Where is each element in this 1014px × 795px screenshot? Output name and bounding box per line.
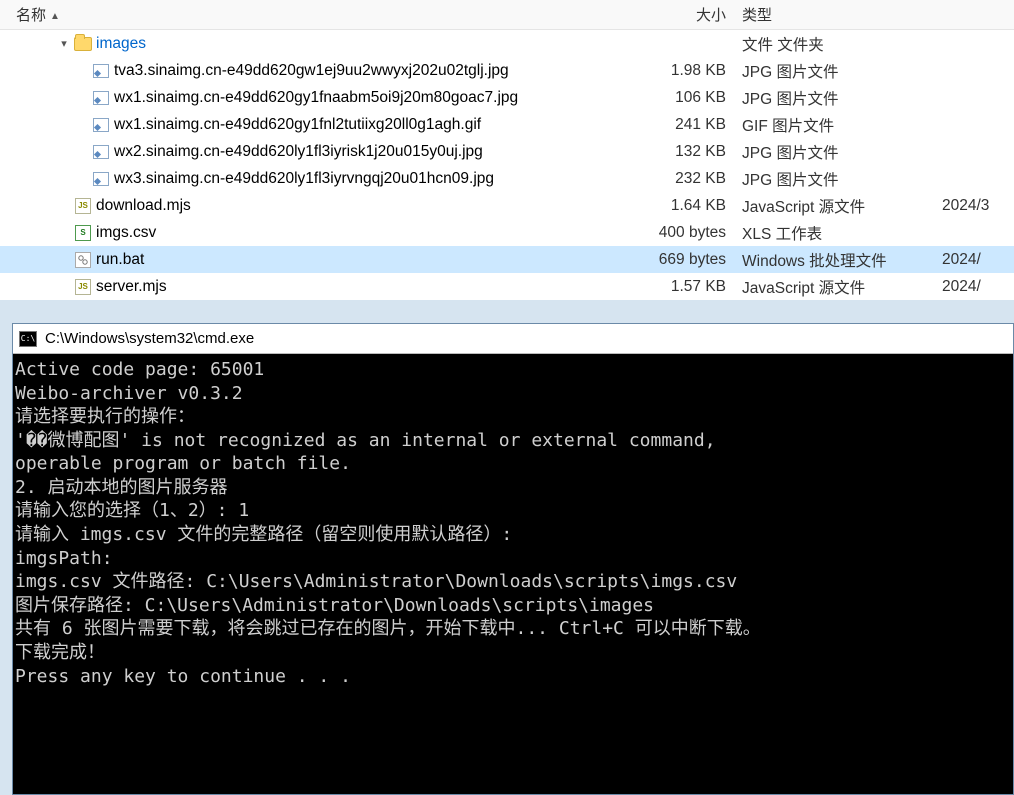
image-file-icon: [92, 89, 110, 107]
file-name-label: wx1.sinaimg.cn-e49dd620gy1fnl2tutiixg20l…: [114, 116, 481, 134]
file-name-label: download.mjs: [96, 197, 191, 215]
file-name-label: imgs.csv: [96, 224, 156, 242]
file-name-label: wx3.sinaimg.cn-e49dd620ly1fl3iyrvngqj20u…: [114, 170, 494, 188]
file-name-label: tva3.sinaimg.cn-e49dd620gw1ej9uu2wwyxj20…: [114, 62, 509, 80]
type-cell: JPG 图片文件: [736, 60, 936, 82]
csv-file-icon: S: [75, 225, 91, 241]
placeholder-icon: [58, 254, 70, 266]
file-row[interactable]: wx1.sinaimg.cn-e49dd620gy1fnl2tutiixg20l…: [0, 111, 1014, 138]
folder-row-images[interactable]: ▾ images 文件 文件夹: [0, 30, 1014, 57]
file-explorer-pane: 名称▲ 大小 类型 ▾ images 文件 文件夹 tva3.sinaimg.c…: [0, 0, 1014, 300]
file-name-label: wx2.sinaimg.cn-e49dd620ly1fl3iyrisk1j20u…: [114, 143, 483, 161]
size-cell: 241 KB: [636, 116, 736, 134]
size-cell: 1.57 KB: [636, 278, 736, 296]
size-cell: 669 bytes: [636, 251, 736, 269]
expand-collapse-icon[interactable]: ▾: [58, 38, 70, 50]
cmd-title-text: C:\Windows\system32\cmd.exe: [45, 330, 254, 347]
image-file-icon: [92, 62, 110, 80]
size-cell: 1.98 KB: [636, 62, 736, 80]
file-name-label: server.mjs: [96, 278, 167, 296]
bat-file-icon: [75, 252, 91, 268]
image-file-icon: [92, 170, 110, 188]
file-row[interactable]: JS server.mjs 1.57 KBJavaScript 源文件2024/: [0, 273, 1014, 300]
file-row[interactable]: wx1.sinaimg.cn-e49dd620gy1fnaabm5oi9j20m…: [0, 84, 1014, 111]
column-header-size[interactable]: 大小: [636, 4, 736, 25]
cmd-icon: C:\: [19, 331, 37, 347]
image-file-icon: [92, 143, 110, 161]
file-row[interactable]: tva3.sinaimg.cn-e49dd620gw1ej9uu2wwyxj20…: [0, 57, 1014, 84]
cmd-window[interactable]: C:\ C:\Windows\system32\cmd.exe Active c…: [12, 323, 1014, 795]
file-row[interactable]: run.bat 669 bytesWindows 批处理文件2024/: [0, 246, 1014, 273]
cmd-titlebar[interactable]: C:\ C:\Windows\system32\cmd.exe: [13, 324, 1013, 354]
file-row[interactable]: wx2.sinaimg.cn-e49dd620ly1fl3iyrisk1j20u…: [0, 138, 1014, 165]
size-cell: 400 bytes: [636, 224, 736, 242]
file-row[interactable]: wx3.sinaimg.cn-e49dd620ly1fl3iyrvngqj20u…: [0, 165, 1014, 192]
date-cell: 2024/: [936, 278, 1014, 296]
size-cell: 132 KB: [636, 143, 736, 161]
type-cell: GIF 图片文件: [736, 114, 936, 136]
file-name-label: run.bat: [96, 251, 144, 269]
image-file-icon: [92, 116, 110, 134]
cmd-output[interactable]: Active code page: 65001 Weibo-archiver v…: [13, 354, 1013, 794]
placeholder-icon: [58, 227, 70, 239]
type-cell: JPG 图片文件: [736, 87, 936, 109]
js-file-icon: JS: [75, 279, 91, 295]
type-cell: XLS 工作表: [736, 222, 936, 244]
type-cell: 文件 文件夹: [736, 33, 936, 55]
sort-asc-icon: ▲: [50, 11, 60, 22]
size-cell: 106 KB: [636, 89, 736, 107]
placeholder-icon: [58, 281, 70, 293]
type-cell: JPG 图片文件: [736, 168, 936, 190]
date-cell: 2024/: [936, 251, 1014, 269]
js-file-icon: JS: [75, 198, 91, 214]
date-cell: 2024/3: [936, 197, 1014, 215]
type-cell: JavaScript 源文件: [736, 195, 936, 217]
type-cell: JavaScript 源文件: [736, 276, 936, 298]
size-cell: 232 KB: [636, 170, 736, 188]
column-headers: 名称▲ 大小 类型: [0, 0, 1014, 30]
file-name-label: wx1.sinaimg.cn-e49dd620gy1fnaabm5oi9j20m…: [114, 89, 518, 107]
column-header-type[interactable]: 类型: [736, 4, 936, 25]
placeholder-icon: [58, 200, 70, 212]
size-cell: 1.64 KB: [636, 197, 736, 215]
file-row[interactable]: Simgs.csv 400 bytesXLS 工作表: [0, 219, 1014, 246]
type-cell: JPG 图片文件: [736, 141, 936, 163]
type-cell: Windows 批处理文件: [736, 249, 936, 271]
folder-name-label: images: [96, 35, 146, 53]
column-header-name[interactable]: 名称▲: [16, 4, 636, 25]
folder-icon: [74, 35, 92, 53]
file-row[interactable]: JS download.mjs 1.64 KBJavaScript 源文件2024/…: [0, 192, 1014, 219]
